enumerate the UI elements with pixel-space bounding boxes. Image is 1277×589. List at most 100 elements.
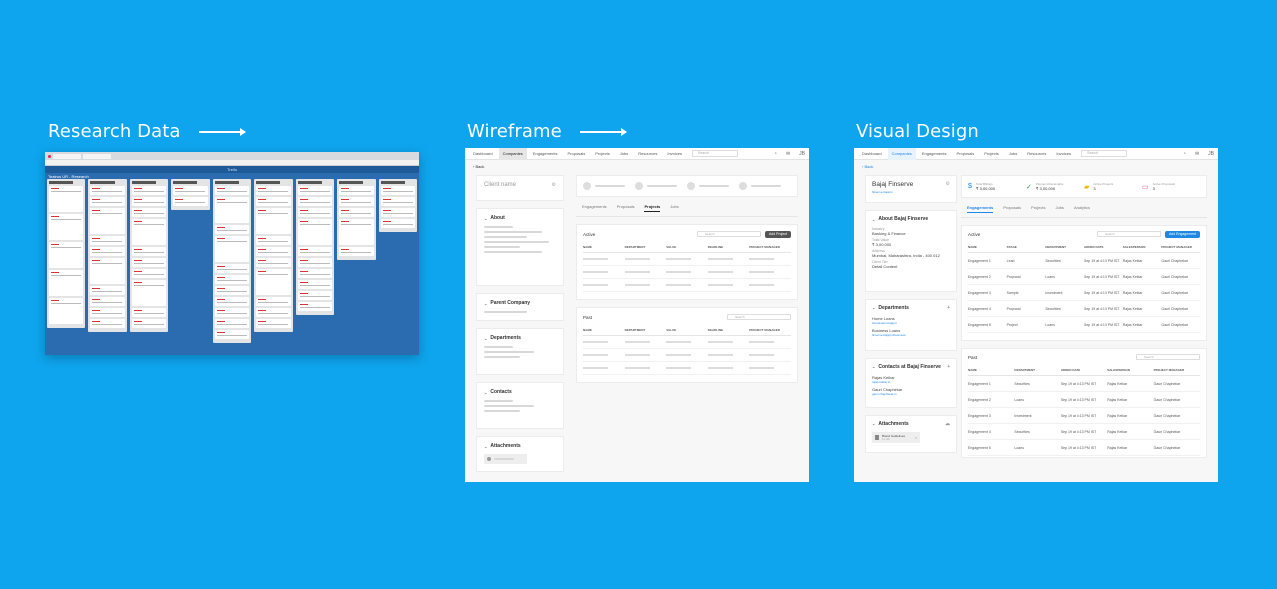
- column-header[interactable]: PROJECT MANAGER: [1161, 245, 1200, 249]
- table-body: Engagement 1 Securities Sep 19 at 4:13 PM …: [968, 376, 1200, 456]
- column-header[interactable]: NAME: [583, 328, 625, 332]
- tab-jobs[interactable]: Jobs: [670, 204, 678, 212]
- search-input[interactable]: Search: [1096, 231, 1161, 237]
- department-link[interactable]: homeloans.bajaj.in: [872, 321, 950, 325]
- table-row[interactable]: [583, 253, 791, 266]
- column-header[interactable]: DEPARTMENT: [1045, 245, 1084, 249]
- column-header[interactable]: ADDED DATE: [1084, 245, 1123, 249]
- column-header[interactable]: DEPARTMENT: [1014, 368, 1060, 372]
- table-row[interactable]: [583, 336, 791, 349]
- mail-icon[interactable]: ✉: [1195, 151, 1199, 157]
- nav-invoices[interactable]: Invoices: [1052, 148, 1075, 160]
- tab-proposals[interactable]: Proposals: [1003, 205, 1021, 213]
- contact-link[interactable]: gauri.chaphekar.in: [872, 392, 950, 396]
- add-icon[interactable]: +: [947, 305, 950, 311]
- bell-icon[interactable]: ◔: [1183, 151, 1186, 157]
- settings-gear-icon[interactable]: ⚙: [552, 182, 556, 188]
- search-input[interactable]: Search: [727, 314, 791, 320]
- table-row[interactable]: Engagement 2 Proposal Loans Sep 19 at 4:13 …: [968, 269, 1200, 285]
- nav-engagements[interactable]: Engagements: [918, 148, 951, 160]
- column-header[interactable]: VALUE: [666, 245, 708, 249]
- nav-proposals[interactable]: Proposals: [953, 148, 979, 160]
- close-icon[interactable]: ×: [915, 435, 917, 440]
- client-website-link[interactable]: finserve.bajaj.in: [872, 190, 950, 194]
- column-header[interactable]: SALESPERSON: [1123, 245, 1162, 249]
- table-row[interactable]: Engagement 2 Loans Sep 19 at 4:13 PM IST Ra…: [968, 392, 1200, 408]
- column-header[interactable]: VALUE: [666, 328, 708, 332]
- column-header[interactable]: DEADLINE: [708, 328, 750, 332]
- table-row[interactable]: Engagement 1 Securities Sep 19 at 4:13 PM …: [968, 376, 1200, 392]
- add-project-button[interactable]: Add Project: [764, 230, 791, 238]
- attachment-chip[interactable]: [484, 454, 528, 464]
- column-header[interactable]: DEPARTMENT: [625, 245, 667, 249]
- column-header[interactable]: PROJECT MANAGER: [749, 245, 791, 249]
- tab-proposals[interactable]: Proposals: [617, 204, 635, 212]
- back-link[interactable]: ‹ Back: [465, 160, 809, 173]
- nav-projects[interactable]: Projects: [591, 148, 613, 160]
- nav-jobs[interactable]: Jobs: [616, 148, 632, 160]
- table-row[interactable]: Engagement 5 Loans Sep 19 at 4:13 PM IST Ra…: [968, 440, 1200, 456]
- column-header[interactable]: STAGE: [1007, 245, 1046, 249]
- settings-gear-icon[interactable]: ⚙: [946, 181, 950, 188]
- nav-projects[interactable]: Projects: [980, 148, 1002, 160]
- table-row[interactable]: Engagement 3 Investment Sep 19 at 4:13 PM …: [968, 408, 1200, 424]
- tab-projects[interactable]: Projects: [644, 204, 661, 212]
- nav-resources[interactable]: Resources: [634, 148, 661, 160]
- tab-analytics[interactable]: Analytics: [1074, 205, 1090, 213]
- search-input[interactable]: Search: [1081, 150, 1128, 157]
- tab-engagements[interactable]: Engagements: [967, 205, 994, 213]
- contact-link[interactable]: rajas.kelkar.in: [872, 380, 950, 384]
- nav-dashboard[interactable]: Dashboard: [469, 148, 497, 160]
- board-list: [378, 179, 417, 232]
- table-row[interactable]: [583, 279, 791, 292]
- mail-icon[interactable]: ✉: [786, 151, 790, 157]
- bell-icon[interactable]: ◔: [774, 151, 777, 157]
- past-title: Past: [583, 314, 593, 320]
- user-avatar[interactable]: JB: [1208, 151, 1214, 157]
- attachment-chip[interactable]: Brand Guidelines 1.1 mb ×: [872, 432, 920, 443]
- tab-engagements[interactable]: Engagements: [582, 204, 607, 212]
- column-header[interactable]: SALESPERSON: [1107, 368, 1153, 372]
- column-header[interactable]: DEPARTMENT: [625, 328, 667, 332]
- cloud-upload-icon[interactable]: ☁: [945, 421, 950, 427]
- nav-invoices[interactable]: Invoices: [663, 148, 686, 160]
- nav-jobs[interactable]: Jobs: [1005, 148, 1021, 160]
- table-cell: Sep 19 at 4:13 PM IST: [1060, 397, 1097, 402]
- back-link[interactable]: ‹ Back: [854, 160, 1218, 173]
- contacts-title: Contacts at Bajaj Finserve: [878, 364, 941, 370]
- tab-projects[interactable]: Projects: [1031, 205, 1045, 213]
- nav-resources[interactable]: Resources: [1023, 148, 1050, 160]
- column-header[interactable]: NAME: [583, 245, 625, 249]
- column-header[interactable]: NAME: [968, 368, 1014, 372]
- table-row[interactable]: Engagement 4 Proposal Securities Sep 19 at …: [968, 301, 1200, 317]
- nav-dashboard[interactable]: Dashboard: [858, 148, 886, 160]
- table-row[interactable]: Engagement 1 Lead Securities Sep 19 at 4:13…: [968, 253, 1200, 269]
- user-avatar[interactable]: JB: [799, 151, 805, 157]
- column-header[interactable]: ADDED DATE: [1061, 368, 1107, 372]
- add-engagement-button[interactable]: Add Engagement: [1164, 230, 1200, 238]
- table-row[interactable]: Engagement 3 Sample Investment Sep 19 at 4:…: [968, 285, 1200, 301]
- column-header[interactable]: NAME: [968, 245, 1007, 249]
- column-header[interactable]: PROJECT MANAGER: [749, 328, 791, 332]
- add-icon[interactable]: +: [947, 364, 950, 370]
- department-link[interactable]: finserve.bajaj.in/business: [872, 333, 950, 337]
- table-row[interactable]: Engagement 4 Securities Sep 19 at 4:13 PM …: [968, 424, 1200, 440]
- nav-companies[interactable]: Companies: [887, 148, 916, 160]
- table-row[interactable]: [583, 362, 791, 375]
- table-cell: Securities: [1014, 429, 1030, 434]
- table-row[interactable]: Engagement 5 Project Loans Sep 19 at 4:13 P…: [968, 317, 1200, 333]
- table-cell: Gauri Chaphekar: [1161, 258, 1189, 263]
- tab-jobs[interactable]: Jobs: [1055, 205, 1063, 213]
- nav-proposals[interactable]: Proposals: [564, 148, 590, 160]
- column-header[interactable]: DEADLINE: [708, 245, 750, 249]
- document-icon: ▭: [1142, 183, 1149, 191]
- search-input[interactable]: Search: [1136, 354, 1200, 360]
- nav-companies[interactable]: Companies: [498, 148, 527, 160]
- table-cell: Securities: [1014, 381, 1030, 386]
- nav-engagements[interactable]: Engagements: [529, 148, 562, 160]
- table-row[interactable]: [583, 349, 791, 362]
- search-input[interactable]: Search: [692, 150, 739, 157]
- column-header[interactable]: PROJECT MANAGER: [1154, 368, 1200, 372]
- table-row[interactable]: [583, 266, 791, 279]
- search-input[interactable]: Search: [696, 231, 761, 237]
